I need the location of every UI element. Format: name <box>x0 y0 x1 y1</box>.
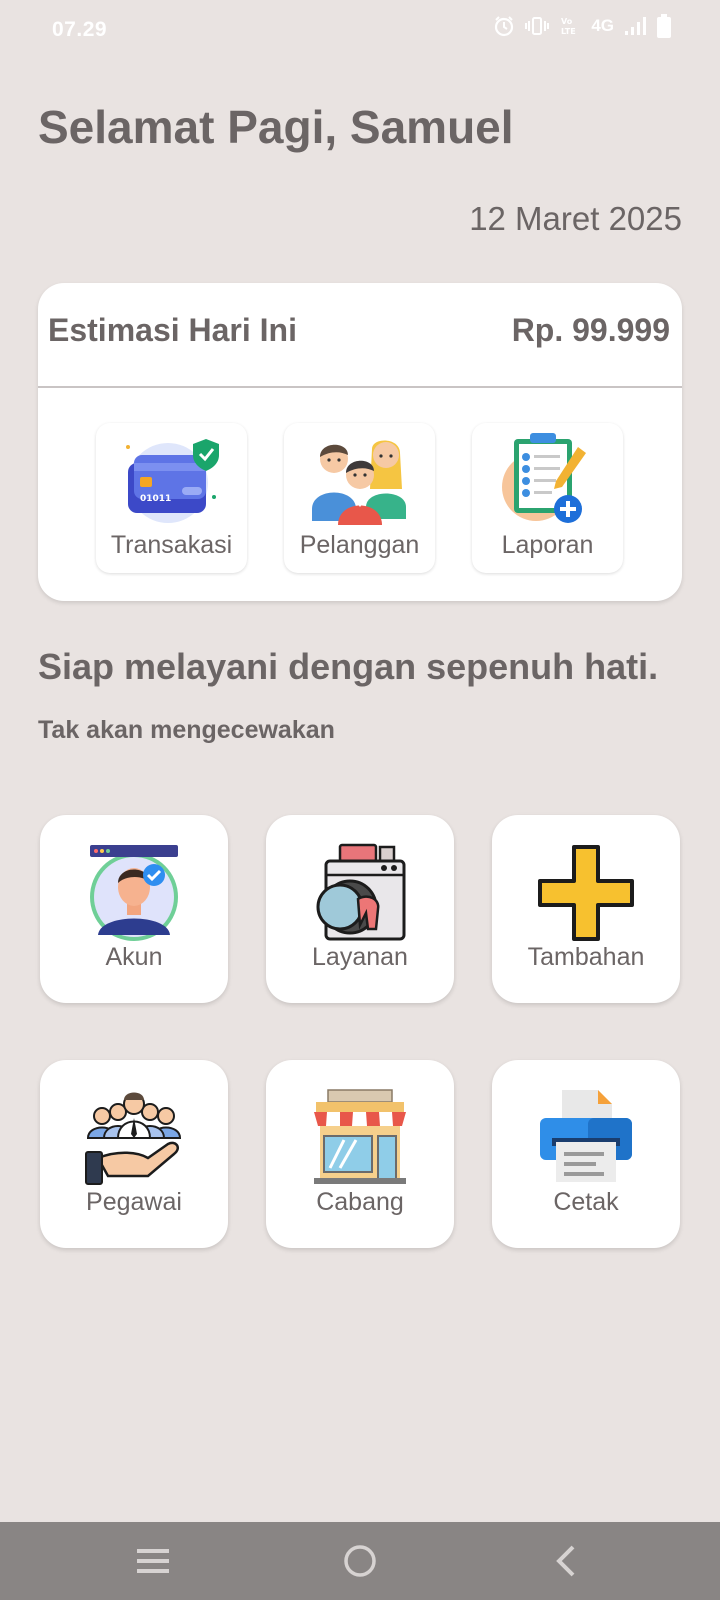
estimate-header: Estimasi Hari Ini Rp. 99.999 <box>38 283 682 388</box>
svg-text:Vo: Vo <box>561 17 573 26</box>
printer-icon <box>540 1090 632 1182</box>
washing-machine-icon <box>316 843 406 941</box>
account-avatar-icon <box>90 845 178 941</box>
store-icon <box>314 1089 406 1184</box>
customers-group-icon <box>312 440 406 525</box>
back-icon[interactable] <box>545 1539 589 1583</box>
employees-hand-icon <box>85 1092 182 1185</box>
estimate-value: Rp. 99.999 <box>511 312 670 348</box>
menu-item-label: Cetak <box>553 1188 619 1216</box>
battery-icon <box>657 14 671 38</box>
tagline-title: Siap melayani dengan sepenuh hati. <box>38 646 659 687</box>
menu-item-cetak[interactable]: Cetak <box>492 1060 680 1248</box>
report-clipboard-icon <box>502 433 586 523</box>
home-icon[interactable] <box>338 1539 382 1583</box>
status-bar: 07.29 Vo LTE 4G <box>0 0 720 62</box>
quick-action-pelanggan[interactable]: Pelanggan <box>284 423 435 573</box>
quick-action-label: Laporan <box>501 531 594 559</box>
menu-item-tambahan[interactable]: Tambahan <box>492 815 680 1003</box>
credit-card-shield-icon: 01011 <box>126 439 219 523</box>
quick-action-label: Transakasi <box>110 531 233 559</box>
menu-item-label: Pegawai <box>86 1188 182 1216</box>
quick-action-label: Pelanggan <box>299 531 420 559</box>
system-nav-bar <box>0 1522 720 1600</box>
status-icons: Vo LTE 4G <box>493 14 672 38</box>
tagline-subtitle: Tak akan mengecewakan <box>38 716 335 744</box>
quick-actions: 01011 Transakasi Pelanggan Laporan <box>96 423 623 573</box>
recent-apps-icon[interactable] <box>131 1539 175 1583</box>
status-time: 07.29 <box>52 18 108 41</box>
menu-item-pegawai[interactable]: Pegawai <box>40 1060 228 1248</box>
current-date: 12 Maret 2025 <box>469 200 682 237</box>
quick-action-transaksi[interactable]: 01011 Transakasi <box>96 423 247 573</box>
menu-item-label: Layanan <box>312 943 408 971</box>
svg-text:LTE: LTE <box>561 27 576 36</box>
menu-item-label: Akun <box>105 943 163 971</box>
volte-icon: Vo LTE <box>561 17 576 36</box>
quick-action-laporan[interactable]: Laporan <box>472 423 623 573</box>
network-type: 4G <box>591 16 614 35</box>
menu-item-label: Tambahan <box>527 943 645 971</box>
estimate-card: Estimasi Hari Ini Rp. 99.999 01011 Trans… <box>38 283 682 601</box>
svg-text:01011: 01011 <box>140 494 171 504</box>
menu-item-label: Cabang <box>316 1188 404 1216</box>
greeting-title: Selamat Pagi, Samuel <box>38 101 514 153</box>
menu-item-layanan[interactable]: Layanan <box>266 815 454 1003</box>
vibrate-icon <box>525 17 550 35</box>
estimate-label: Estimasi Hari Ini <box>48 312 297 348</box>
menu-item-akun[interactable]: Akun <box>40 815 228 1003</box>
plus-icon <box>538 845 634 941</box>
alarm-icon <box>495 16 514 37</box>
menu-item-cabang[interactable]: Cabang <box>266 1060 454 1248</box>
menu-grid: Akun Layanan Tambahan Pegawai Cabang Cet… <box>40 815 680 1248</box>
signal-icon <box>625 17 646 35</box>
